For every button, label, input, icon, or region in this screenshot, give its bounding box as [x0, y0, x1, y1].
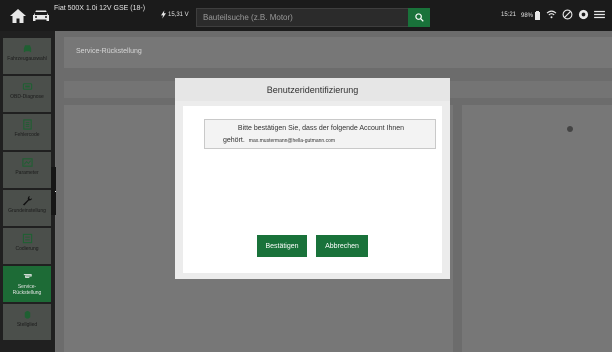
breadcrumb: Service-Rückstellung	[64, 37, 612, 68]
help-icon[interactable]	[577, 8, 590, 21]
content-panel-right	[462, 105, 612, 352]
wifi-icon[interactable]	[545, 8, 558, 21]
actuator-icon	[24, 310, 30, 319]
confirm-button[interactable]: Bestätigen	[257, 235, 307, 257]
vehicle-name[interactable]: Fiat 500X 1.0i 12V GSE (18-)	[54, 5, 145, 12]
service-icon	[23, 274, 32, 278]
component-search[interactable]: Bauteilsuche (z.B. Motor)	[196, 8, 430, 27]
blocked-icon[interactable]	[561, 8, 574, 21]
sidebar-item-basic-settings[interactable]: Grundeinstellung	[3, 190, 51, 226]
sidebar-item-label: Parameter	[15, 170, 39, 176]
battery-icon	[535, 11, 541, 20]
lightning-icon	[161, 10, 166, 19]
top-bar: Fiat 500X 1.0i 12V GSE (18-) 15,31 V Bau…	[0, 0, 612, 31]
dialog-body: Bitte bestätigen Sie, dass der folgende …	[183, 106, 442, 273]
sidebar-item-actuator[interactable]: Stellglied	[3, 304, 51, 340]
obd-icon	[22, 83, 32, 90]
car-icon[interactable]	[31, 8, 51, 24]
search-button[interactable]	[408, 8, 430, 27]
menu-icon[interactable]	[593, 8, 606, 21]
user-identification-dialog: Benutzeridentifizierung Bitte bestätigen…	[175, 78, 450, 279]
status-dot	[567, 126, 573, 132]
home-icon[interactable]	[8, 6, 28, 26]
clock: 15:21	[501, 12, 517, 18]
sidebar-item-parameters[interactable]: Parameter	[3, 152, 51, 188]
voltage-indicator: 15,31 V	[161, 10, 189, 19]
dialog-title: Benutzeridentifizierung	[175, 78, 450, 101]
car-icon	[23, 45, 31, 53]
coding-icon	[22, 233, 32, 244]
search-icon	[414, 13, 424, 22]
sidebar-item-label: Stellglied	[16, 322, 38, 328]
sidebar-item-service-reset[interactable]: Service-Rückstellung	[3, 266, 51, 302]
sidebar-item-label: Fahrzeugauswahl	[7, 56, 47, 62]
parameter-icon	[21, 158, 33, 167]
page-title: Service-Rückstellung	[76, 48, 142, 55]
sidebar-item-vehicle-selection[interactable]: Fahrzeugauswahl	[3, 38, 51, 74]
cancel-button[interactable]: Abbrechen	[316, 235, 368, 257]
fault-code-icon	[22, 119, 32, 130]
account-email: max.mustermann@hella-gutmann.com	[248, 138, 336, 144]
battery-percent: 98%	[521, 12, 534, 19]
sidebar-item-coding[interactable]: Codierung	[3, 228, 51, 264]
message-box: Bitte bestätigen Sie, dass der folgende …	[204, 119, 436, 149]
sidebar-item-label: Grundeinstellung	[8, 208, 46, 214]
wrench-icon	[22, 195, 32, 206]
status-icons	[545, 8, 606, 21]
sidebar-item-label: Service-Rückstellung	[12, 284, 42, 296]
search-input[interactable]: Bauteilsuche (z.B. Motor)	[203, 13, 293, 22]
voltage-value: 15,31 V	[168, 11, 189, 18]
sidebar-item-label: Codierung	[15, 246, 39, 252]
sidebar-item-label: OBD-Diagnose	[10, 94, 44, 100]
sidebar-item-obd-diagnose[interactable]: OBD-Diagnose	[3, 76, 51, 112]
sidebar-item-label: Fehlercode	[14, 132, 40, 138]
message-text-line2: gehört. max.mustermann@hella-gutmann.com	[223, 137, 335, 144]
sidebar-item-fault-codes[interactable]: Fehlercode	[3, 114, 51, 150]
sidebar: Fahrzeugauswahl OBD-Diagnose Fehlercode …	[0, 31, 55, 352]
message-owned: gehört.	[223, 137, 245, 144]
message-text: Bitte bestätigen Sie, dass der folgende …	[237, 125, 405, 132]
battery-status: 98%	[521, 11, 541, 20]
